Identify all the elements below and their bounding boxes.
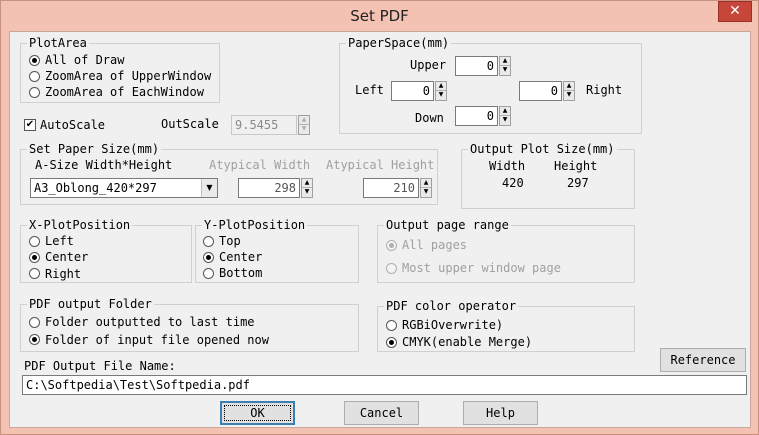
x-left-label: Left [45, 234, 74, 248]
paper-space-upper-input[interactable]: 0 [455, 56, 498, 76]
output-width-value: 420 [502, 176, 524, 190]
spin-up-icon[interactable]: ▲ [436, 82, 446, 91]
x-right-radio[interactable] [29, 268, 40, 279]
output-plot-size-legend: Output Plot Size(mm) [468, 142, 617, 156]
spin-up-icon[interactable]: ▲ [500, 57, 510, 66]
upper-window-page-label: Most upper window page [402, 261, 561, 275]
spin-up-icon[interactable]: ▲ [421, 179, 431, 188]
title-bar[interactable]: Set PDF ✕ [1, 1, 758, 31]
x-left-radio[interactable] [29, 236, 40, 247]
x-plot-position-legend: X-PlotPosition [27, 218, 133, 232]
y-bottom-label: Bottom [219, 266, 263, 280]
paper-space-down-spinner[interactable]: ▲ ▼ [499, 106, 511, 126]
y-top-label: Top [219, 234, 241, 248]
output-height-label: Height [554, 159, 598, 173]
spin-down-icon[interactable]: ▼ [500, 116, 510, 125]
dialog-title: Set PDF [350, 7, 409, 25]
close-button[interactable]: ✕ [718, 1, 752, 22]
plot-area-each-radio[interactable] [29, 87, 40, 98]
plot-area-all-label: All of Draw [45, 53, 125, 67]
output-plot-size-group: Output Plot Size(mm) [461, 142, 635, 209]
pdf-color-operator-legend: PDF color operator [384, 299, 519, 313]
plot-area-upper-radio[interactable] [29, 71, 40, 82]
folder-last-time-label: Folder outputted to last time [45, 315, 255, 329]
cmyk-radio[interactable] [386, 337, 397, 348]
atypical-height-input[interactable]: 210 [363, 178, 419, 198]
spin-down-icon[interactable]: ▼ [436, 91, 446, 100]
folder-last-time-radio[interactable] [29, 317, 40, 328]
y-top-radio[interactable] [203, 236, 214, 247]
paper-space-down-input[interactable]: 0 [455, 106, 498, 126]
paper-space-left-label: Left [355, 83, 384, 97]
reference-button[interactable]: Reference [660, 348, 746, 372]
plot-area-all-radio[interactable] [29, 55, 40, 66]
dialog-client-area: PlotArea All of Draw ZoomArea of UpperWi… [9, 31, 751, 428]
x-center-radio[interactable] [29, 252, 40, 263]
outscale-spinner[interactable]: ▲ ▼ [298, 115, 310, 135]
paper-space-legend: PaperSpace(mm) [346, 36, 452, 50]
paper-size-selected: A3_Oblong_420*297 [34, 181, 157, 195]
y-bottom-radio[interactable] [203, 268, 214, 279]
y-plot-position-legend: Y-PlotPosition [202, 218, 308, 232]
outscale-input[interactable]: 9.5455 [231, 115, 297, 135]
focus-rect [224, 405, 291, 421]
ok-button[interactable]: OK [220, 401, 295, 425]
paper-space-upper-label: Upper [410, 58, 447, 72]
paper-size-select[interactable]: A3_Oblong_420*297 ▼ [30, 178, 218, 198]
paper-space-right-label: Right [586, 83, 623, 97]
spin-up-icon[interactable]: ▲ [500, 107, 510, 116]
spin-down-icon[interactable]: ▼ [302, 188, 312, 197]
outscale-label: OutScale [161, 117, 219, 131]
spin-down-icon[interactable]: ▼ [421, 188, 431, 197]
y-center-label: Center [219, 250, 263, 264]
paper-space-upper-spinner[interactable]: ▲ ▼ [499, 56, 511, 76]
plot-area-each-label: ZoomArea of EachWindow [45, 85, 204, 99]
spin-up-icon[interactable]: ▲ [302, 179, 312, 188]
x-center-label: Center [45, 250, 89, 264]
paper-space-left-spinner[interactable]: ▲ ▼ [435, 81, 447, 101]
spin-up-icon[interactable]: ▲ [564, 82, 574, 91]
file-name-label: PDF Output File Name: [24, 359, 176, 373]
plot-area-upper-label: ZoomArea of UpperWindow [45, 69, 212, 83]
x-right-label: Right [45, 267, 82, 281]
autoscale-checkbox[interactable]: ✔ [24, 119, 36, 131]
atypical-height-spinner[interactable]: ▲ ▼ [420, 178, 432, 198]
folder-input-file-radio[interactable] [29, 334, 40, 345]
set-pdf-dialog: Set PDF ✕ PlotArea All of Draw ZoomArea … [0, 0, 759, 435]
spin-down-icon[interactable]: ▼ [564, 91, 574, 100]
atypical-height-label: Atypical Height [326, 158, 435, 172]
pdf-output-folder-legend: PDF output Folder [27, 297, 154, 311]
spin-up-icon[interactable]: ▲ [299, 116, 309, 125]
upper-window-page-radio[interactable] [386, 263, 397, 274]
atypical-width-input[interactable]: 298 [238, 178, 300, 198]
all-pages-radio[interactable] [386, 240, 397, 251]
output-height-value: 297 [567, 176, 589, 190]
atypical-width-spinner[interactable]: ▲ ▼ [301, 178, 313, 198]
cmyk-label: CMYK(enable Merge) [402, 335, 533, 349]
folder-input-file-label: Folder of input file opened now [45, 333, 269, 347]
y-center-radio[interactable] [203, 252, 214, 263]
paper-size-legend: Set Paper Size(mm) [27, 142, 162, 156]
paper-space-down-label: Down [415, 111, 444, 125]
autoscale-label: AutoScale [40, 118, 106, 132]
paper-space-left-input[interactable]: 0 [391, 81, 434, 101]
paper-space-right-input[interactable]: 0 [519, 81, 562, 101]
atypical-width-label: Atypical Width [209, 158, 311, 172]
asize-label: A-Size Width*Height [35, 158, 173, 172]
help-button[interactable]: Help [463, 401, 538, 425]
plot-area-legend: PlotArea [27, 36, 89, 50]
output-page-range-legend: Output page range [384, 218, 511, 232]
cancel-button[interactable]: Cancel [344, 401, 419, 425]
rgb-label: RGBiOverwrite) [402, 318, 504, 332]
rgb-radio[interactable] [386, 320, 397, 331]
chevron-down-icon[interactable]: ▼ [201, 179, 217, 197]
output-width-label: Width [489, 159, 526, 173]
spin-down-icon[interactable]: ▼ [500, 66, 510, 75]
all-pages-label: All pages [402, 238, 468, 252]
paper-space-right-spinner[interactable]: ▲ ▼ [563, 81, 575, 101]
spin-down-icon[interactable]: ▼ [299, 125, 309, 134]
file-name-input[interactable]: C:\Softpedia\Test\Softpedia.pdf [22, 375, 747, 395]
